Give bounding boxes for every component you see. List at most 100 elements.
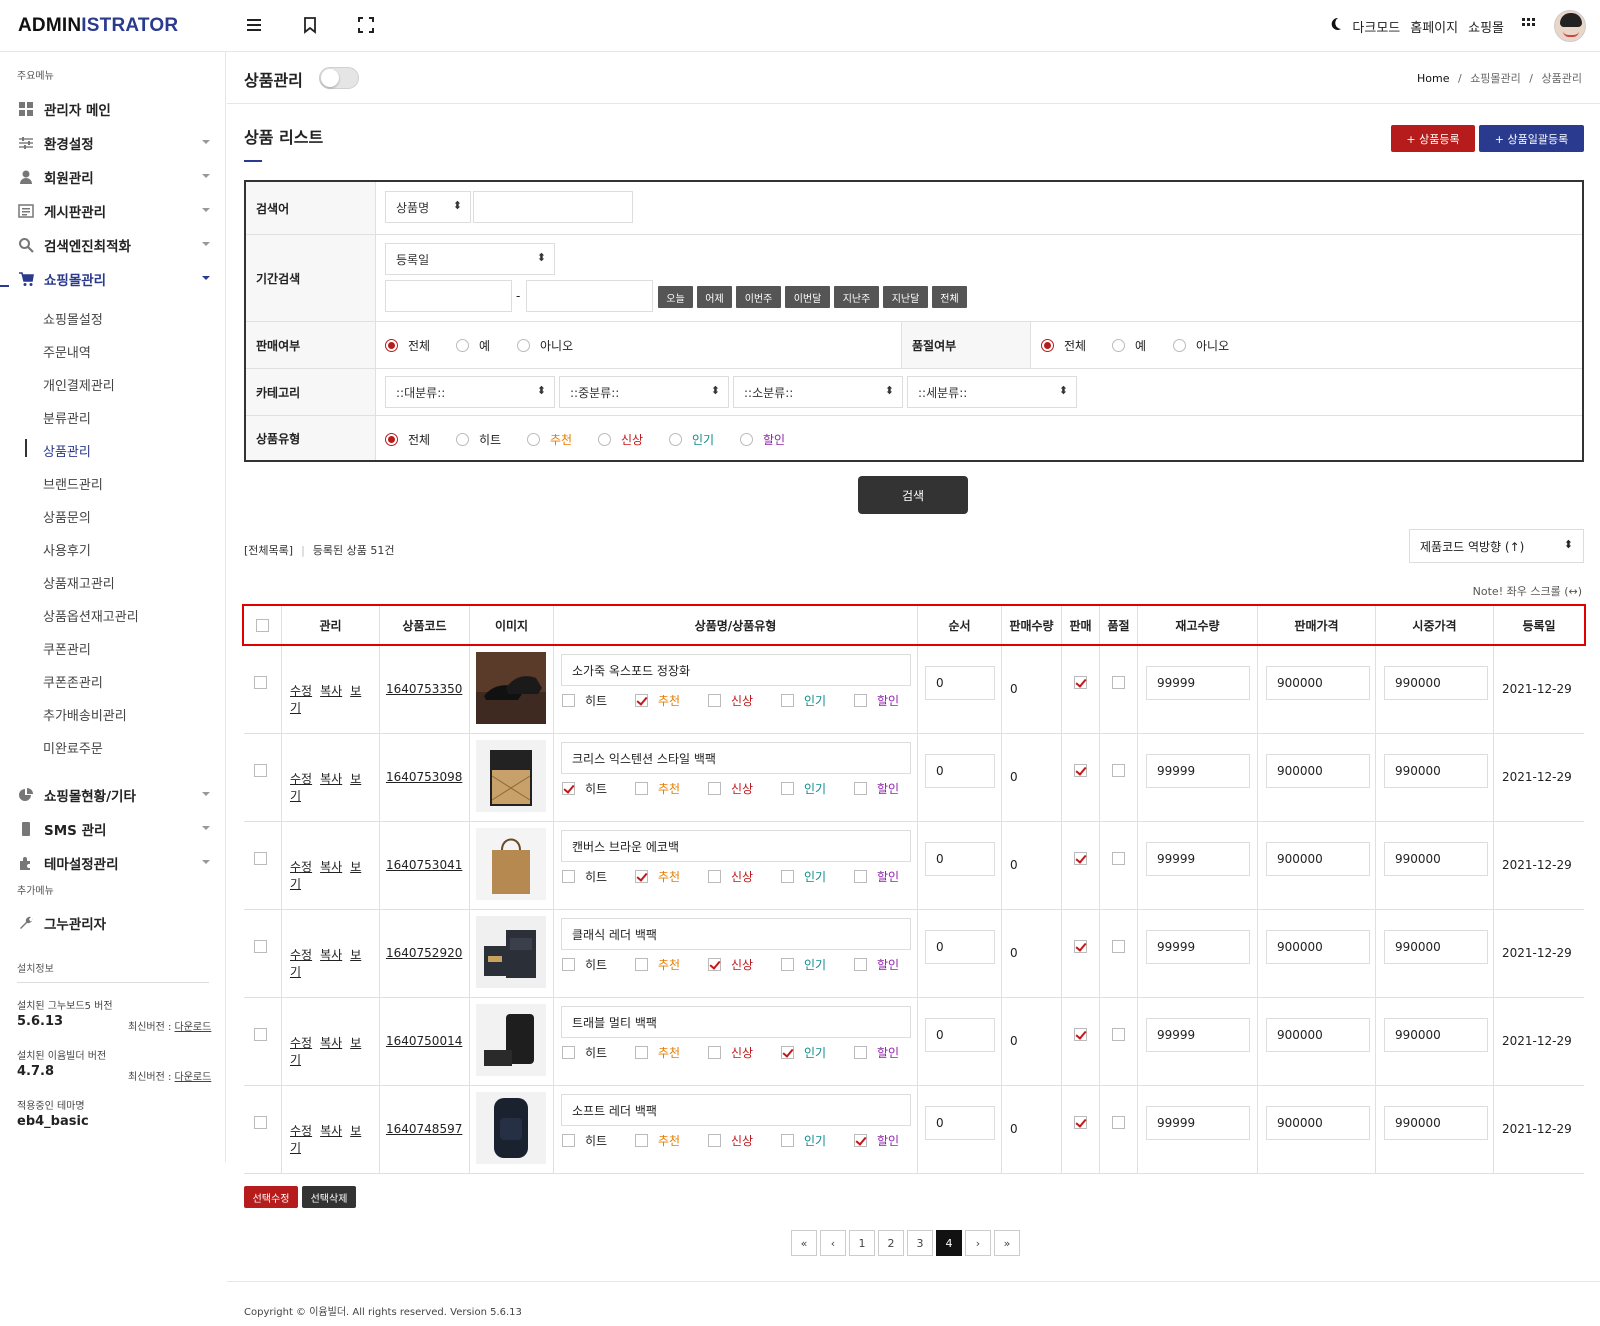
type-discount-checkbox[interactable]	[854, 782, 867, 795]
submenu-brands[interactable]: 브랜드관리	[43, 474, 103, 493]
product-name-input[interactable]: 소가죽 옥스포드 정장화	[561, 654, 911, 686]
type-recommend-radio[interactable]: 추천	[527, 431, 572, 448]
all-list-link[interactable]: [전체목록]	[244, 544, 293, 557]
submenu-shop-settings[interactable]: 쇼핑몰설정	[43, 309, 103, 328]
eyoom-download-link[interactable]: 다운로드	[175, 1072, 212, 1083]
type-new-option[interactable]: 신상	[708, 956, 781, 973]
order-input[interactable]: 0	[925, 754, 995, 788]
submenu-incomplete[interactable]: 미완료주문	[43, 738, 103, 757]
date-last-week-button[interactable]: 지난주	[834, 286, 879, 308]
order-input[interactable]: 0	[925, 842, 995, 876]
bookmark-icon[interactable]	[300, 15, 320, 35]
type-recommend-checkbox[interactable]	[635, 870, 648, 883]
gnuboard-download-link[interactable]: 다운로드	[175, 1022, 212, 1033]
type-hit-checkbox[interactable]	[562, 1046, 575, 1059]
copy-link[interactable]: 복사	[320, 684, 342, 698]
product-code-link[interactable]: 1640748597	[386, 1122, 462, 1136]
sale-checkbox[interactable]	[1074, 764, 1087, 777]
type-hit-option[interactable]: 히트	[562, 1132, 635, 1149]
category-detail-select[interactable]: ::세분류::	[907, 376, 1077, 408]
soldout-all-radio[interactable]: 전체	[1041, 337, 1086, 354]
order-input[interactable]: 0	[925, 1018, 995, 1052]
copy-link[interactable]: 복사	[320, 860, 342, 874]
product-thumbnail[interactable]	[476, 828, 546, 900]
moon-icon[interactable]	[1330, 17, 1342, 35]
type-discount-option[interactable]: 할인	[854, 1132, 927, 1149]
type-hit-option[interactable]: 히트	[562, 692, 635, 709]
type-new-checkbox[interactable]	[708, 1134, 721, 1147]
stock-input[interactable]: 99999	[1146, 842, 1250, 876]
market-price-input[interactable]: 990000	[1384, 1018, 1488, 1052]
price-input[interactable]: 900000	[1266, 1106, 1370, 1140]
avatar[interactable]	[1554, 10, 1586, 42]
bulk-add-button[interactable]: + 상품일괄등록	[1479, 125, 1584, 152]
type-hit-checkbox[interactable]	[562, 694, 575, 707]
product-name-input[interactable]: 크리스 익스텐션 스타일 백팩	[561, 742, 911, 774]
type-recommend-option[interactable]: 추천	[635, 692, 708, 709]
row-checkbox[interactable]	[254, 852, 267, 865]
submenu-coupons[interactable]: 쿠폰관리	[43, 639, 91, 658]
type-popular-option[interactable]: 인기	[781, 956, 854, 973]
type-new-option[interactable]: 신상	[708, 1044, 781, 1061]
edit-link[interactable]: 수정	[290, 948, 312, 962]
page-4-button[interactable]: 4	[936, 1230, 962, 1256]
edit-link[interactable]: 수정	[290, 1036, 312, 1050]
category-small-select[interactable]: ::소분류::	[733, 376, 903, 408]
type-new-checkbox[interactable]	[708, 870, 721, 883]
row-checkbox[interactable]	[254, 1116, 267, 1129]
page-first-button[interactable]: «	[791, 1230, 817, 1256]
type-recommend-option[interactable]: 추천	[635, 780, 708, 797]
breadcrumb-home[interactable]: Home	[1417, 72, 1449, 85]
soldout-checkbox[interactable]	[1112, 940, 1125, 953]
product-name-input[interactable]: 클래식 레더 백팩	[561, 918, 911, 950]
sale-checkbox[interactable]	[1074, 1028, 1087, 1041]
type-discount-checkbox[interactable]	[854, 1046, 867, 1059]
type-hit-checkbox[interactable]	[562, 782, 575, 795]
product-thumbnail[interactable]	[476, 652, 546, 724]
stock-input[interactable]: 99999	[1146, 754, 1250, 788]
type-popular-checkbox[interactable]	[781, 958, 794, 971]
product-code-link[interactable]: 1640750014	[386, 1034, 462, 1048]
type-discount-checkbox[interactable]	[854, 870, 867, 883]
type-discount-checkbox[interactable]	[854, 958, 867, 971]
type-recommend-checkbox[interactable]	[635, 1134, 648, 1147]
delete-selected-button[interactable]: 선택삭제	[302, 1186, 356, 1208]
type-popular-option[interactable]: 인기	[781, 868, 854, 885]
type-new-option[interactable]: 신상	[708, 780, 781, 797]
sort-select[interactable]: 제품코드 역방향 (↑)	[1409, 529, 1584, 563]
copy-link[interactable]: 복사	[320, 1036, 342, 1050]
sale-all-radio[interactable]: 전체	[385, 337, 430, 354]
sidebar-item-shop[interactable]: 쇼핑몰관리	[18, 268, 210, 290]
date-today-button[interactable]: 오늘	[658, 286, 693, 308]
add-product-button[interactable]: + 상품등록	[1391, 125, 1475, 152]
order-input[interactable]: 0	[925, 1106, 995, 1140]
type-popular-checkbox[interactable]	[781, 870, 794, 883]
type-hit-radio[interactable]: 히트	[456, 431, 501, 448]
type-popular-option[interactable]: 인기	[781, 1044, 854, 1061]
order-input[interactable]: 0	[925, 666, 995, 700]
soldout-checkbox[interactable]	[1112, 1116, 1125, 1129]
type-recommend-checkbox[interactable]	[635, 958, 648, 971]
submenu-inquiries[interactable]: 상품문의	[43, 507, 91, 526]
date-this-week-button[interactable]: 이번주	[736, 286, 781, 308]
type-new-checkbox[interactable]	[708, 782, 721, 795]
type-popular-radio[interactable]: 인기	[669, 431, 714, 448]
submenu-personal-payment[interactable]: 개인결제관리	[43, 375, 115, 394]
date-all-button[interactable]: 전체	[932, 286, 967, 308]
product-code-link[interactable]: 1640752920	[386, 946, 462, 960]
row-checkbox[interactable]	[254, 1028, 267, 1041]
sidebar-item-shop-status[interactable]: 쇼핑몰현황/기타	[18, 784, 210, 806]
type-hit-option[interactable]: 히트	[562, 956, 635, 973]
type-popular-checkbox[interactable]	[781, 782, 794, 795]
type-recommend-option[interactable]: 추천	[635, 868, 708, 885]
period-field-select[interactable]: 등록일	[385, 243, 555, 275]
submenu-reviews[interactable]: 사용후기	[43, 540, 91, 559]
product-code-link[interactable]: 1640753041	[386, 858, 462, 872]
stock-input[interactable]: 99999	[1146, 930, 1250, 964]
logo[interactable]: ADMINISTRATOR	[18, 15, 178, 37]
type-hit-checkbox[interactable]	[562, 870, 575, 883]
type-recommend-checkbox[interactable]	[635, 694, 648, 707]
row-checkbox[interactable]	[254, 940, 267, 953]
row-checkbox[interactable]	[254, 764, 267, 777]
submenu-option-stock[interactable]: 상품옵션재고관리	[43, 606, 139, 625]
